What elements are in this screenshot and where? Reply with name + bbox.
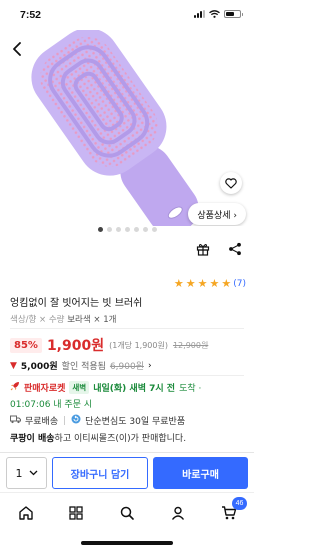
carousel-dot[interactable]: [97, 227, 103, 232]
option-label: 색상/향 × 수량: [10, 315, 65, 325]
divider: [10, 328, 244, 329]
bottom-nav: 46: [0, 492, 254, 532]
order-countdown: 01:07:06 내 주문 시: [10, 400, 93, 410]
star-icon: ★: [185, 277, 196, 290]
carousel-dots: [0, 227, 254, 232]
home-icon[interactable]: [16, 503, 36, 523]
chevron-down-icon: [29, 470, 37, 476]
arrival-tail: 도착 ·: [179, 384, 202, 394]
dawn-badge: 새벽: [69, 381, 90, 394]
action-icons: [194, 240, 244, 258]
carousel-dot[interactable]: [115, 227, 121, 232]
unit-price: (1개당 1,900원): [109, 340, 168, 350]
home-indicator: [81, 541, 173, 545]
status-bar: 7:52: [0, 0, 254, 30]
product-detail-label: 상품상세 ›: [197, 210, 237, 221]
rating[interactable]: ★ ★ ★ ★ ★ (7): [174, 278, 246, 289]
star-icon: ★: [221, 277, 232, 290]
shipping-row: 무료배송 단순변심도 30일 무료반품: [10, 414, 185, 427]
carousel-dot[interactable]: [151, 227, 157, 232]
product-detail-button[interactable]: 상품상세 ›: [188, 203, 246, 225]
down-arrow-icon: ▼: [10, 360, 17, 371]
truck-icon: [10, 415, 21, 427]
discount-badge: 85%: [10, 337, 42, 353]
coupon-applied-text: 할인 적용됨: [61, 362, 106, 372]
option-summary[interactable]: 색상/향 × 수량 보라색 × 1개: [10, 313, 116, 325]
price-row: 85% 1,900원 (1개당 1,900원) 12,900원: [10, 335, 208, 355]
seller-tail: 하고 이티씨몰즈(이)가 판매합니다.: [54, 434, 187, 444]
star-icon: ★: [209, 277, 220, 290]
wifi-icon: [209, 10, 220, 18]
coupon-strike-price: 6,900원: [109, 362, 144, 372]
cart-badge: 46: [232, 497, 247, 510]
arrival-date: 내일(화) 새벽 7시 전: [93, 384, 176, 394]
product-title: 엉킴없이 잘 빗어지는 빗 브러쉬: [10, 298, 143, 309]
quantity-select[interactable]: 1: [6, 457, 47, 489]
sale-price: 1,900원: [46, 338, 105, 354]
rating-count: (7): [233, 278, 246, 289]
carousel-dot[interactable]: [133, 227, 139, 232]
coupon-row[interactable]: ▼ 5,000원 할인 적용됨 6,900원 ›: [10, 359, 152, 373]
carousel-dot[interactable]: [106, 227, 112, 232]
search-icon[interactable]: [117, 503, 137, 523]
carousel-dot[interactable]: [124, 227, 130, 232]
coupon-amount: 5,000원: [20, 362, 58, 372]
buy-now-button[interactable]: 바로구매: [153, 457, 248, 489]
star-icon: ★: [173, 277, 184, 290]
status-icons: [194, 10, 243, 18]
chevron-right-icon: ›: [147, 360, 152, 371]
product-image-gallery[interactable]: 상품상세 ›: [0, 30, 254, 226]
original-price: 12,900원: [172, 340, 209, 350]
back-arrow-icon[interactable]: [6, 38, 28, 60]
seller-info: 쿠팡이 배송하고 이티씨몰즈(이)가 판매합니다.: [10, 431, 186, 444]
heart-icon[interactable]: [220, 172, 242, 194]
separator: [64, 416, 66, 425]
rocket-label: 판매자로켓: [24, 384, 66, 394]
free-shipping: 무료배송: [25, 417, 59, 427]
category-icon[interactable]: [66, 503, 86, 523]
buy-bar: 1 장바구니 담기 바로구매: [0, 452, 254, 492]
product-image: [31, 30, 199, 226]
quantity-value: 1: [15, 466, 23, 480]
battery-icon: [224, 10, 243, 18]
return-icon: [71, 414, 81, 427]
rocket-icon: [10, 381, 20, 394]
carousel-dot[interactable]: [142, 227, 148, 232]
return-policy: 단순변심도 30일 무료반품: [85, 417, 186, 427]
signal-icon: [194, 10, 205, 18]
divider: [10, 375, 244, 376]
share-icon[interactable]: [226, 240, 244, 258]
add-to-cart-button[interactable]: 장바구니 담기: [52, 457, 148, 489]
delivery-row: 판매자로켓 새벽 내일(화) 새벽 7시 전 도착 ·: [10, 381, 201, 394]
star-icon: ★: [197, 277, 208, 290]
seller-delivery: 쿠팡이 배송: [10, 434, 55, 444]
option-value: 보라색 × 1개: [67, 315, 117, 325]
user-icon[interactable]: [168, 503, 188, 523]
gift-icon[interactable]: [194, 240, 212, 258]
cart-icon[interactable]: 46: [219, 497, 247, 523]
status-time: 7:52: [20, 9, 42, 21]
